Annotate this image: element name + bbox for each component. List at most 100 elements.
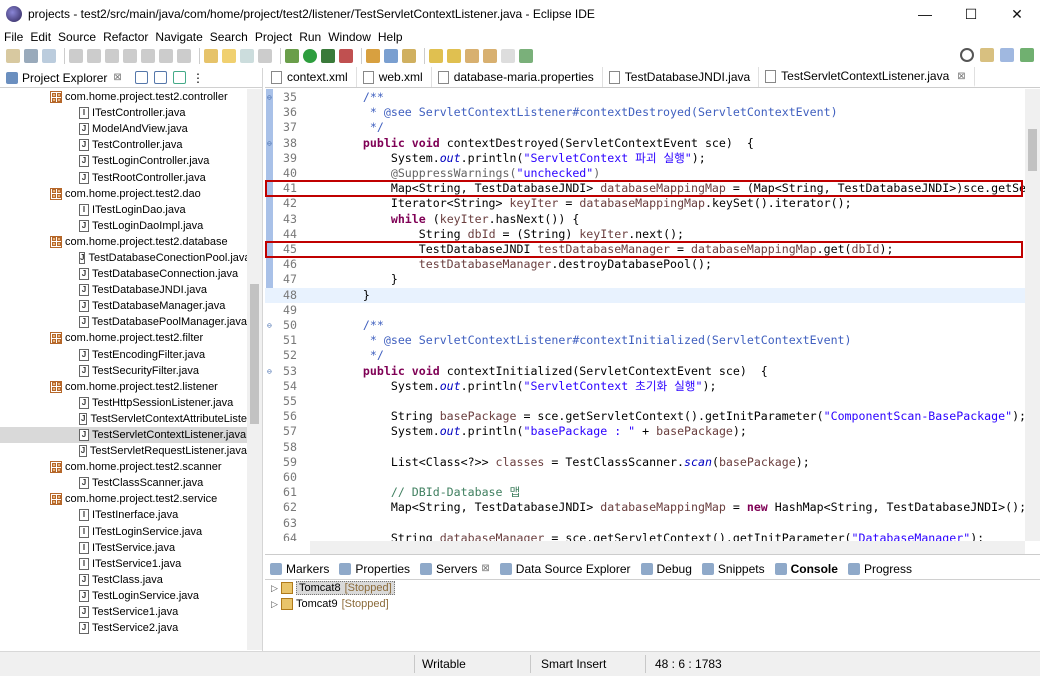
menu-run[interactable]: Run (299, 30, 321, 44)
java-ee-perspective-icon[interactable] (1000, 48, 1014, 62)
minimize-button[interactable]: — (902, 0, 948, 28)
file-item[interactable]: J TestServletContextAttributeListe (0, 411, 247, 427)
package-item[interactable]: com.home.project.test2.controller (0, 89, 247, 105)
open-type-icon[interactable] (384, 49, 398, 63)
code-line[interactable]: 42 Iterator<String> keyIter = databaseMa… (265, 196, 1025, 211)
code-line[interactable]: 37 */ (265, 120, 1025, 135)
bottom-tab[interactable]: Snippets (697, 562, 770, 576)
suspend-icon[interactable] (105, 49, 119, 63)
file-item[interactable]: J TestLoginService.java (0, 588, 247, 604)
search-icon[interactable] (960, 48, 974, 62)
whitespace-icon[interactable] (258, 49, 272, 63)
code-line[interactable]: 44 String dbId = (String) keyIter.next()… (265, 227, 1025, 242)
file-item[interactable]: J TestSecurityFilter.java (0, 363, 247, 379)
menu-file[interactable]: File (4, 30, 23, 44)
last-edit-icon[interactable] (465, 49, 479, 63)
server-row[interactable]: ▷ Tomcat8 [Stopped] (265, 580, 1040, 596)
file-item[interactable]: I ITestService.java (0, 540, 247, 556)
file-item[interactable]: J TestEncodingFilter.java (0, 347, 247, 363)
file-item[interactable]: J ModelAndView.java (0, 121, 247, 137)
file-item[interactable]: I ITestInerface.java (0, 507, 247, 523)
forward-icon[interactable] (501, 49, 515, 63)
bottom-tab[interactable]: Console (770, 562, 843, 576)
step-return-icon[interactable] (177, 49, 191, 63)
code-line[interactable]: 51 * @see ServletContextListener#context… (265, 333, 1025, 348)
close-icon[interactable]: ⊠ (957, 71, 965, 82)
editor-tab[interactable]: web.xml (357, 67, 432, 87)
code-line[interactable]: 55 (265, 394, 1025, 409)
code-line[interactable]: 49 (265, 303, 1025, 318)
close-button[interactable]: ✕ (994, 0, 1040, 28)
file-item[interactable]: J TestServletContextListener.java (0, 426, 247, 444)
file-item[interactable]: J TestHttpSessionListener.java (0, 395, 247, 411)
step-over-icon[interactable] (159, 49, 173, 63)
coverage-icon[interactable] (321, 49, 335, 63)
code-line[interactable]: 56 String basePackage = sce.getServletCo… (265, 409, 1025, 424)
file-item[interactable]: J TestLoginController.java (0, 153, 247, 169)
package-item[interactable]: com.home.project.test2.filter (0, 330, 247, 346)
bottom-tab[interactable]: Servers ⊠ (415, 562, 495, 576)
status-insert-mode[interactable]: Smart Insert (541, 657, 606, 671)
open-perspective-icon[interactable] (980, 48, 994, 62)
package-item[interactable]: com.home.project.test2.listener (0, 379, 247, 395)
code-line[interactable]: 36 * @see ServletContextListener#context… (265, 105, 1025, 120)
skip-breakpoints-icon[interactable] (69, 49, 83, 63)
external-tools-icon[interactable] (339, 49, 353, 63)
tree-scrollbar[interactable] (247, 89, 262, 650)
code-line[interactable]: 54 System.out.println("ServletContext 초기… (265, 379, 1025, 394)
debug-perspective-icon[interactable] (1020, 48, 1034, 62)
back-icon[interactable] (483, 49, 497, 63)
code-line[interactable]: 63 (265, 516, 1025, 531)
collapse-all-icon[interactable] (135, 71, 148, 84)
file-item[interactable]: J TestService2.java (0, 620, 247, 636)
code-area[interactable]: ⊖ 35 /** 36 * @see ServletContextListener#… (265, 89, 1025, 541)
toggle-mark-icon[interactable] (204, 49, 218, 63)
maximize-button[interactable]: ☐ (948, 0, 994, 28)
menu-edit[interactable]: Edit (30, 30, 51, 44)
highlight-icon[interactable] (222, 49, 236, 63)
file-item[interactable]: J TestController.java (0, 137, 247, 153)
file-item[interactable]: J TestClassScanner.java (0, 475, 247, 491)
fold-icon[interactable]: ⊖ (267, 364, 272, 379)
fold-icon[interactable]: ⊖ (267, 90, 272, 105)
next-annotation-icon[interactable] (429, 49, 443, 63)
save-icon[interactable] (24, 49, 38, 63)
code-line[interactable]: 52 */ (265, 348, 1025, 363)
code-line[interactable]: 60 (265, 470, 1025, 485)
editor-tab[interactable]: database-maria.properties (432, 67, 603, 87)
step-into-icon[interactable] (141, 49, 155, 63)
menu-search[interactable]: Search (210, 30, 248, 44)
chevron-right-icon[interactable]: ▷ (271, 583, 281, 594)
open-task-icon[interactable] (402, 49, 416, 63)
editor-tab[interactable]: TestDatabaseJNDI.java (603, 67, 760, 87)
close-icon[interactable]: ⊠ (481, 563, 489, 574)
editor-scroll-thumb[interactable] (1028, 129, 1037, 171)
editor-vertical-scrollbar[interactable] (1025, 89, 1040, 541)
project-explorer-tab[interactable]: Project Explorer ⊠ (0, 68, 128, 88)
bottom-tab[interactable]: Markers (265, 562, 334, 576)
pin-editor-icon[interactable] (519, 49, 533, 63)
code-line[interactable]: ⊖ 35 /** (265, 90, 1025, 105)
code-line[interactable]: 40 @SuppressWarnings("unchecked") (265, 166, 1025, 181)
file-item[interactable]: I ITestLoginService.java (0, 524, 247, 540)
fold-icon[interactable]: ⊖ (267, 136, 272, 151)
package-item[interactable]: com.home.project.test2.service (0, 491, 247, 507)
package-item[interactable]: com.home.project.test2.dao (0, 186, 247, 202)
tree-scroll-thumb[interactable] (250, 284, 259, 424)
code-line[interactable]: 39 System.out.println("ServletContext 파괴… (265, 151, 1025, 166)
run-icon[interactable] (303, 49, 317, 63)
code-line[interactable]: 46 testDatabaseManager.destroyDatabasePo… (265, 257, 1025, 272)
new-icon[interactable] (6, 49, 20, 63)
file-item[interactable]: J TestServletRequestListener.java (0, 443, 247, 459)
menu-refactor[interactable]: Refactor (103, 30, 148, 44)
menu-project[interactable]: Project (255, 30, 292, 44)
package-item[interactable]: com.home.project.test2.scanner (0, 459, 247, 475)
code-line[interactable]: 58 (265, 440, 1025, 455)
menu-help[interactable]: Help (378, 30, 403, 44)
view-menu-icon[interactable]: ⋮ (192, 71, 204, 85)
debug-icon[interactable] (285, 49, 299, 63)
file-item[interactable]: J TestService1.java (0, 604, 247, 620)
menu-source[interactable]: Source (58, 30, 96, 44)
editor-tab[interactable]: TestServletContextListener.java ⊠ (759, 67, 975, 87)
bottom-tab[interactable]: Progress (843, 562, 917, 576)
